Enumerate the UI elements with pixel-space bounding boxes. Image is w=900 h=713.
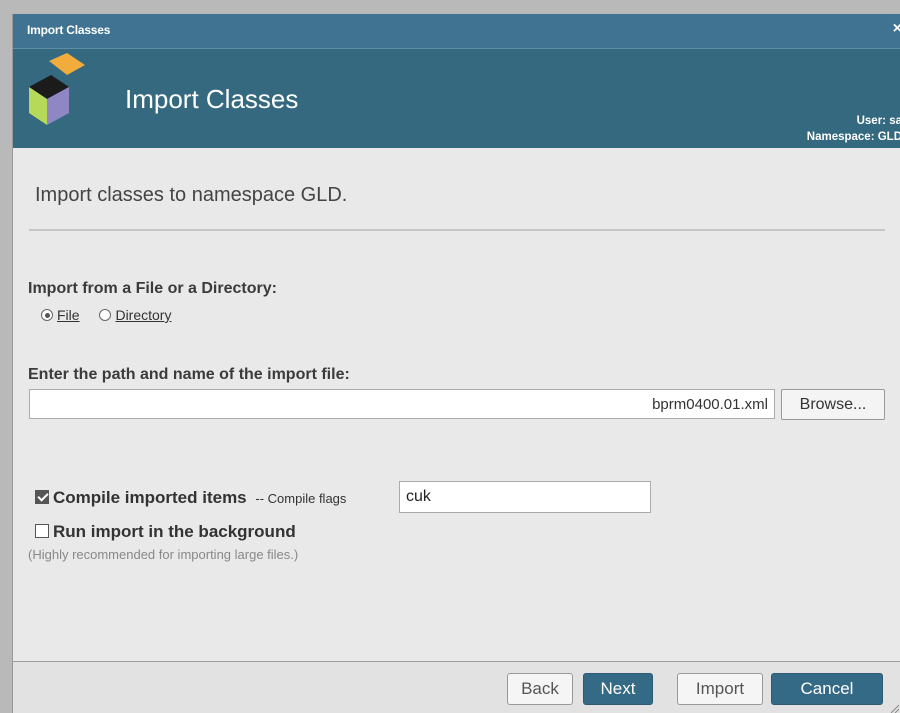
background-label[interactable]: Run import in the background — [53, 522, 296, 541]
compile-checkbox[interactable] — [35, 490, 49, 504]
path-input[interactable] — [29, 389, 775, 419]
compile-flags-input[interactable] — [399, 481, 651, 513]
dialog-header: Import Classes User: sa Namespace: GLD — [13, 48, 900, 148]
radio-file[interactable]: File — [41, 307, 99, 323]
section-divider — [29, 229, 885, 231]
dialog-footer: Back Next Import Cancel — [13, 661, 900, 713]
compile-row: Compile imported items -- Compile flags — [35, 488, 346, 508]
radio-directory[interactable]: Directory — [99, 307, 187, 323]
user-info: User: sa Namespace: GLD — [807, 113, 900, 145]
compile-label[interactable]: Compile imported items — [53, 488, 247, 507]
intro-text: Import classes to namespace GLD. — [35, 184, 348, 206]
cancel-button[interactable]: Cancel — [771, 673, 883, 705]
radio-directory-label[interactable]: Directory — [115, 307, 171, 323]
browse-button[interactable]: Browse... — [781, 389, 885, 420]
page-title: Import Classes — [125, 84, 299, 114]
path-label: Enter the path and name of the import fi… — [28, 366, 350, 383]
radio-directory-button[interactable] — [99, 309, 112, 321]
dialog-title: Import Classes — [27, 23, 111, 37]
radio-file-label[interactable]: File — [57, 307, 80, 323]
resize-grip-icon[interactable] — [888, 702, 900, 713]
source-label: Import from a File or a Directory: — [28, 280, 277, 297]
cube-logo-icon — [29, 53, 85, 125]
import-classes-dialog: Import Classes × Import Classes User: sa… — [12, 14, 900, 713]
background-hint: (Highly recommended for importing large … — [28, 547, 299, 562]
source-radio-group: File Directory — [41, 307, 187, 323]
close-icon[interactable]: × — [893, 20, 900, 38]
background-checkbox[interactable] — [35, 524, 49, 538]
background-row: Run import in the background — [35, 522, 296, 542]
compile-flags-label: -- Compile flags — [255, 491, 347, 506]
namespace-line: Namespace: GLD — [806, 131, 900, 143]
import-button[interactable]: Import — [677, 673, 763, 705]
dialog-titlebar[interactable]: Import Classes × — [13, 14, 900, 48]
next-button[interactable]: Next — [583, 673, 653, 705]
back-button[interactable]: Back — [507, 673, 573, 705]
radio-file-button[interactable] — [41, 309, 53, 321]
user-line: User: sa — [856, 115, 900, 127]
